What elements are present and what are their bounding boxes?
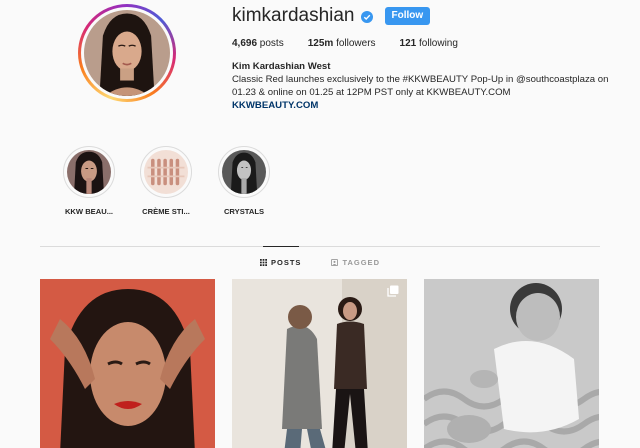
following-count: 121 — [399, 38, 417, 49]
verified-badge-icon — [360, 10, 373, 23]
highlight-label: CRYSTALS — [223, 207, 265, 216]
highlight-creme-sticks[interactable]: CRÈME STI... — [131, 146, 201, 216]
tab-tagged-label: TAGGED — [342, 258, 380, 267]
profile-tabs: POSTS TAGGED — [0, 258, 640, 267]
tab-posts-label: POSTS — [271, 258, 302, 267]
full-name: Kim Kardashian West — [232, 61, 331, 72]
highlight-ring — [63, 146, 115, 198]
follow-button[interactable]: Follow — [384, 7, 431, 25]
following-stat[interactable]: 121 following — [400, 38, 458, 49]
posts-stat-label: posts — [257, 38, 284, 49]
username-row: kimkardashian Follow — [232, 5, 431, 27]
profile-stats: 4,696 posts 125m followers 121 following — [232, 38, 482, 49]
highlight-crystals[interactable]: CRYSTALS — [209, 146, 279, 216]
profile-bio: Kim Kardashian West Classic Red launches… — [232, 60, 632, 112]
post-thumbnail[interactable] — [40, 279, 215, 448]
profile-avatar[interactable] — [78, 4, 176, 102]
posts-stat: 4,696 posts — [232, 38, 284, 49]
posts-count: 4,696 — [232, 38, 258, 49]
section-divider — [40, 246, 600, 247]
tab-tagged[interactable]: TAGGED — [331, 258, 380, 267]
following-stat-label: following — [416, 38, 458, 49]
post-thumbnail[interactable] — [232, 279, 407, 448]
avatar-inner — [81, 7, 173, 99]
avatar-photo — [84, 10, 170, 96]
highlight-cover-image — [222, 150, 266, 194]
highlight-cover-image — [67, 150, 111, 194]
bio-line-1: Classic Red launches exclusively to the … — [232, 74, 609, 85]
highlight-ring — [140, 146, 192, 198]
highlight-ring — [218, 146, 270, 198]
post-thumbnail[interactable] — [424, 279, 599, 448]
tab-posts[interactable]: POSTS — [260, 258, 301, 267]
followers-count: 125m — [307, 38, 334, 49]
followers-stat[interactable]: 125m followers — [308, 38, 376, 49]
username: kimkardashian — [232, 5, 355, 26]
grid-icon — [260, 259, 268, 266]
tag-icon — [331, 259, 339, 266]
highlight-label: CRÈME STI... — [142, 207, 190, 216]
bio-website-link[interactable]: KKWBEAUTY.COM — [232, 99, 632, 112]
highlight-cover-image — [144, 150, 188, 194]
followers-stat-label: followers — [333, 38, 376, 49]
highlight-kkw-beauty[interactable]: KKW BEAU... — [54, 146, 124, 216]
bio-line-2: 01.23 & online on 01.25 at 12PM PST only… — [232, 87, 511, 98]
highlight-label: KKW BEAU... — [64, 207, 114, 216]
multiple-photos-icon — [387, 285, 399, 297]
active-tab-indicator — [263, 246, 299, 247]
